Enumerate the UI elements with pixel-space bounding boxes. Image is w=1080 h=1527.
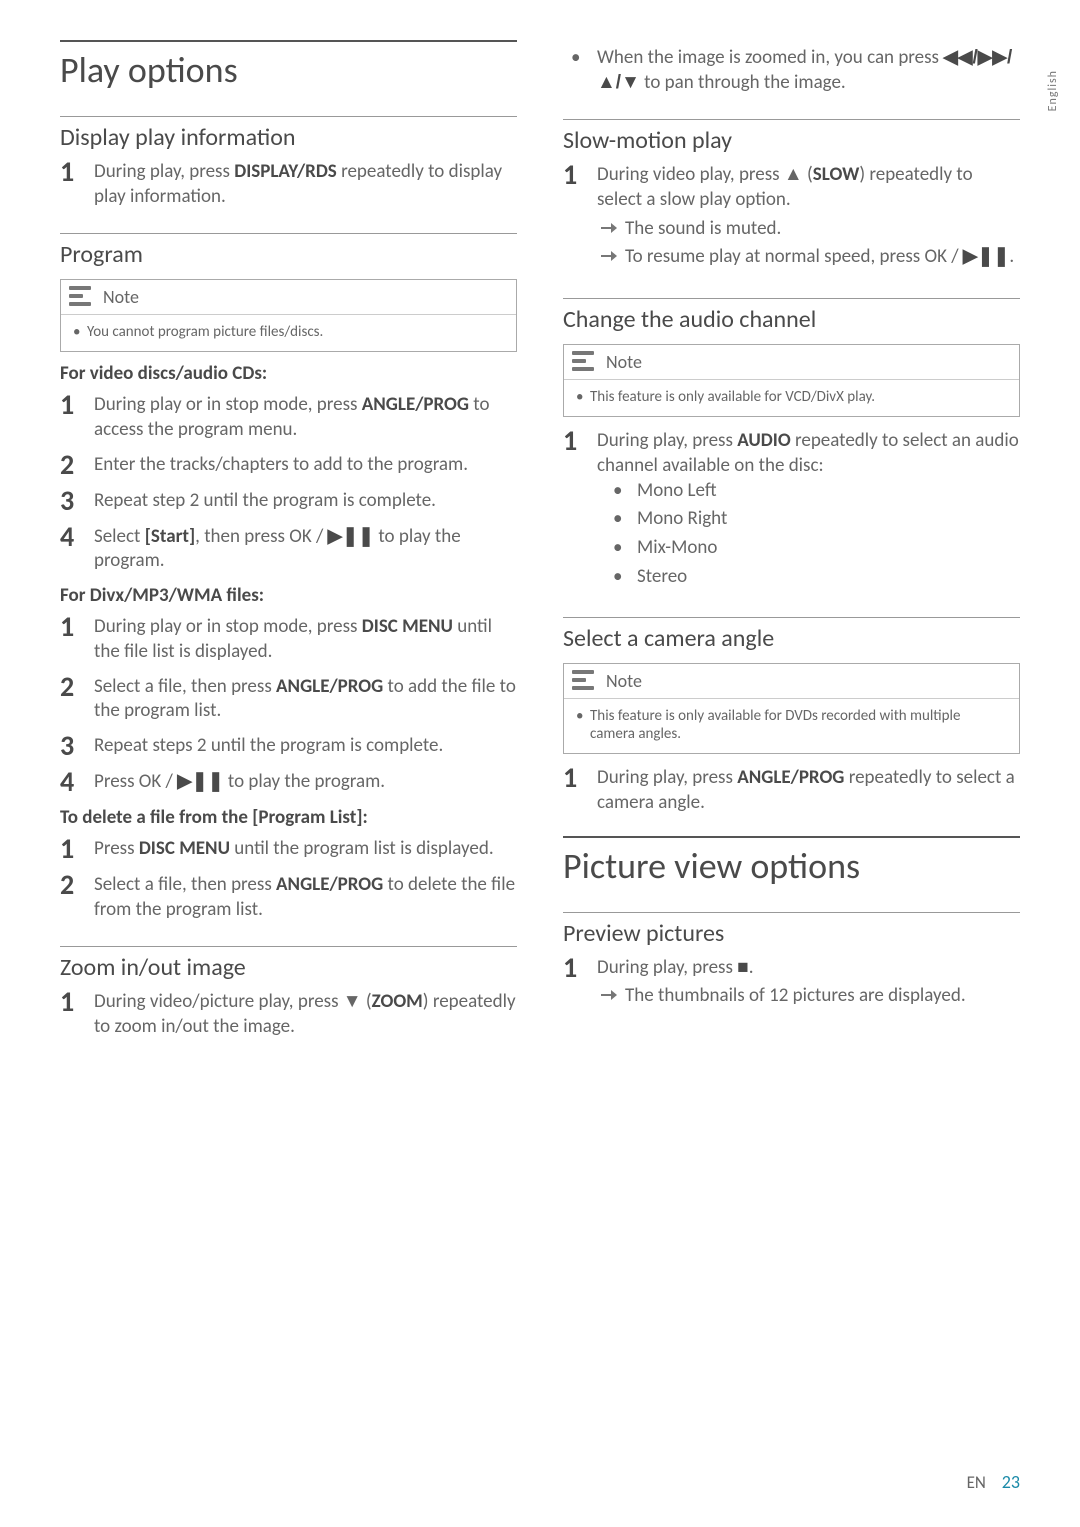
option-item: Mono Left	[597, 479, 1020, 504]
heading-program: Program	[60, 233, 517, 269]
heading-picture-view-options: Picture view options	[563, 836, 1020, 888]
option-item: Stereo	[597, 565, 1020, 590]
step: 1 During play, press ANGLE/PROG repeated…	[563, 764, 1020, 815]
note-icon	[69, 286, 95, 308]
heading-zoom: Zoom in/out image	[60, 946, 517, 982]
note-item: You cannot program picture files/discs.	[73, 323, 504, 341]
language-tab: English	[1046, 70, 1060, 111]
step: 1 During play, press ■. The thumbnails o…	[563, 954, 1020, 1013]
step: 1 During play, press AUDIO repeatedly to…	[563, 427, 1020, 593]
page-footer: EN 23	[967, 1471, 1020, 1493]
step: 4 Select [Start], then press OK / ▶❚❚ to…	[60, 523, 517, 574]
right-column: • When the image is zoomed in, you can p…	[563, 40, 1020, 1048]
option-item: Mix-Mono	[597, 536, 1020, 561]
step: 3 Repeat step 2 until the program is com…	[60, 487, 517, 515]
result-item: To resume play at normal speed, press OK…	[597, 245, 1020, 270]
note-icon	[572, 670, 598, 692]
subheading-divx-mp3-wma: For Divx/MP3/WMA files:	[60, 584, 517, 607]
footer-page-number: 23	[1002, 1471, 1020, 1493]
subheading-video-audio-cds: For video discs/audio CDs:	[60, 362, 517, 385]
note-item: This feature is only available for DVDs …	[576, 707, 1007, 743]
note-box: Note This feature is only available for …	[563, 344, 1020, 417]
subheading-delete-file: To delete a file from the [Program List]…	[60, 806, 517, 829]
step: 1 During video play, press ▲ (SLOW) repe…	[563, 161, 1020, 274]
note-title: Note	[606, 351, 642, 373]
step: 4 Press OK / ▶❚❚ to play the program.	[60, 768, 517, 796]
step: 2 Enter the tracks/chapters to add to th…	[60, 451, 517, 479]
step: 1 During play or in stop mode, press ANG…	[60, 391, 517, 442]
step: 2 Select a file, then press ANGLE/PROG t…	[60, 871, 517, 922]
note-title: Note	[606, 670, 642, 692]
heading-preview-pictures: Preview pictures	[563, 912, 1020, 948]
heading-slow-motion: Slow-motion play	[563, 119, 1020, 155]
continuation-bullet: • When the image is zoomed in, you can p…	[563, 46, 1020, 95]
option-item: Mono Right	[597, 507, 1020, 532]
step: 1 During video/picture play, press ▼ (ZO…	[60, 988, 517, 1039]
step: 1 During play or in stop mode, press DIS…	[60, 613, 517, 664]
footer-lang: EN	[967, 1472, 986, 1493]
step: 2 Select a file, then press ANGLE/PROG t…	[60, 673, 517, 724]
result-item: The sound is muted.	[597, 217, 1020, 242]
heading-play-options: Play options	[60, 40, 517, 92]
note-item: This feature is only available for VCD/D…	[576, 388, 1007, 406]
step-number: 1	[60, 158, 94, 186]
step: 1 Press DISC MENU until the program list…	[60, 835, 517, 863]
note-icon	[572, 351, 598, 373]
left-column: Play options Display play information 1 …	[60, 40, 517, 1048]
note-box: Note You cannot program picture files/di…	[60, 279, 517, 352]
heading-display-play-info: Display play information	[60, 116, 517, 152]
note-box: Note This feature is only available for …	[563, 663, 1020, 754]
step-text: During play, press DISPLAY/RDS repeatedl…	[94, 158, 517, 209]
note-title: Note	[103, 286, 139, 308]
heading-camera-angle: Select a camera angle	[563, 617, 1020, 653]
page-columns: Play options Display play information 1 …	[60, 40, 1020, 1048]
step: 3 Repeat steps 2 until the program is co…	[60, 732, 517, 760]
step: 1 During play, press DISPLAY/RDS repeate…	[60, 158, 517, 209]
result-item: The thumbnails of 12 pictures are displa…	[597, 984, 1020, 1009]
heading-audio-channel: Change the audio channel	[563, 298, 1020, 334]
